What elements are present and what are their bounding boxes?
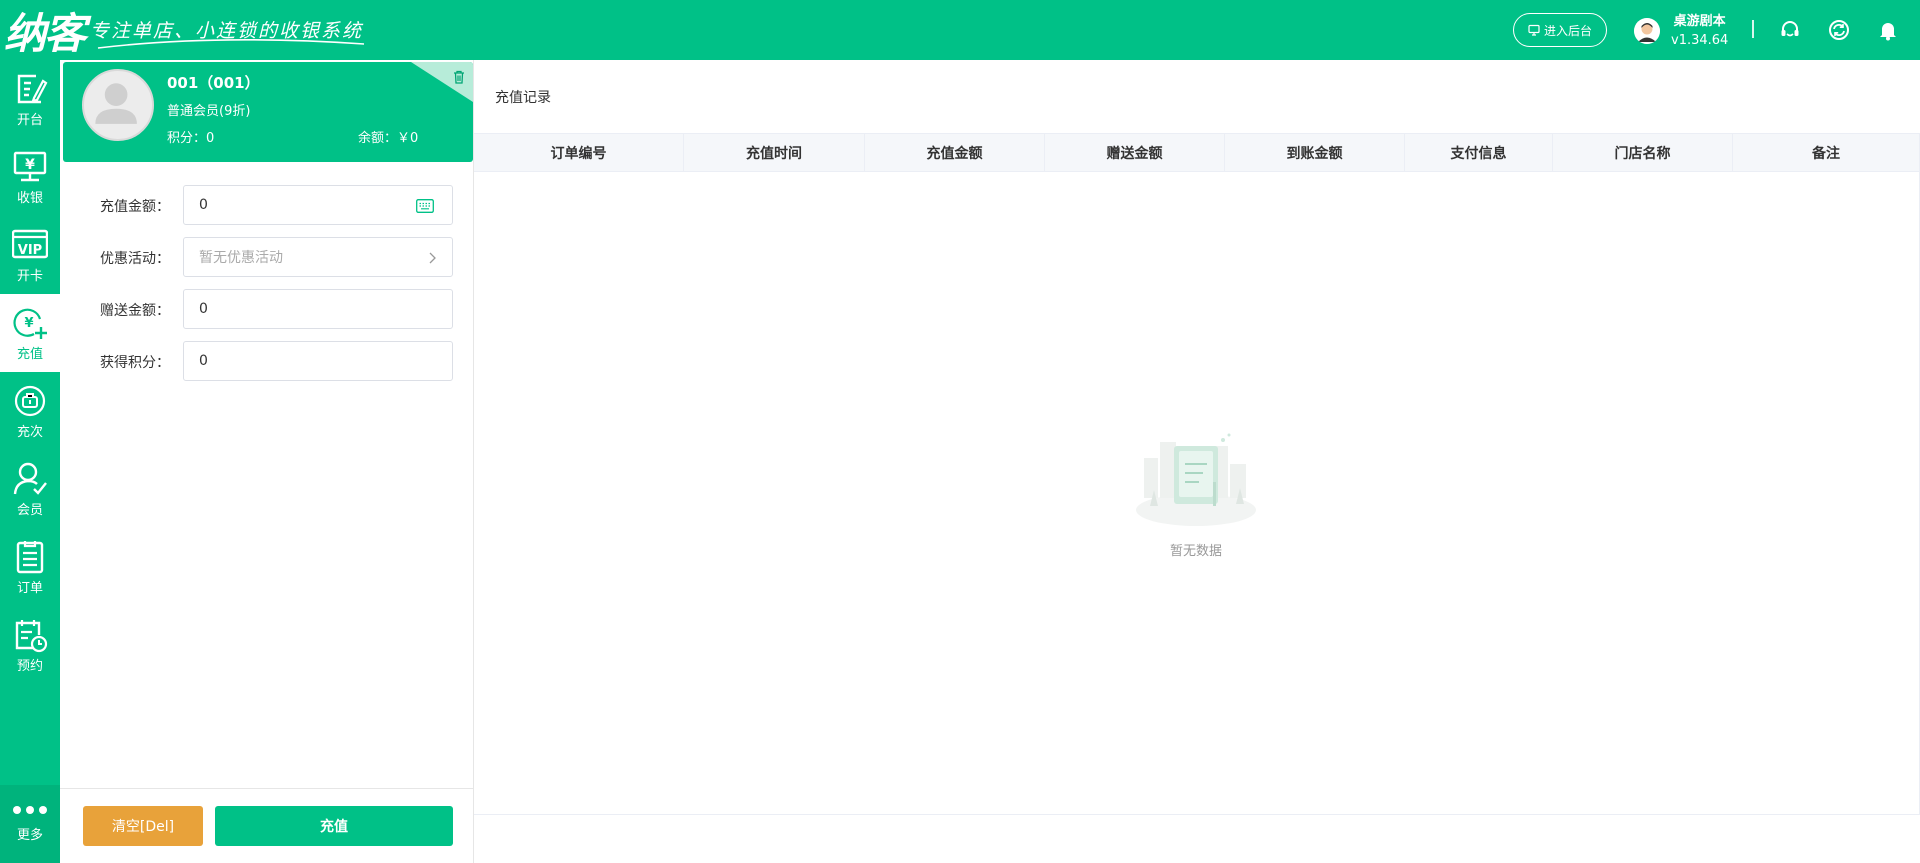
- user-avatar: [1634, 18, 1660, 44]
- sidebar-more[interactable]: 更多: [0, 785, 60, 863]
- member-name: 001（001）: [167, 74, 260, 92]
- member-points: 积分：0: [167, 131, 215, 146]
- svg-text:¥: ¥: [24, 316, 33, 331]
- sidebar-item-label: 订单: [16, 580, 43, 596]
- sidebar: 开台 ¥ 收银 VIP 开卡 ¥ 充值 充次 会员 订单 预约 更多: [0, 60, 60, 863]
- records-table: 订单编号 充值时间 充值金额 赠送金额 到账金额 支付信息 门店名称 备注 暂无…: [474, 133, 1920, 815]
- sidebar-item-label: 收银: [16, 190, 43, 206]
- sidebar-item-count-recharge[interactable]: 充次: [0, 372, 60, 450]
- member-icon: [13, 462, 47, 495]
- recharge-button[interactable]: 充值: [215, 806, 453, 846]
- trash-icon[interactable]: [451, 69, 467, 85]
- sidebar-item-label: 开卡: [16, 268, 43, 284]
- records-title: 充值记录: [495, 90, 551, 106]
- app-version: v1.34.64: [1671, 33, 1729, 48]
- reservation-icon: [15, 619, 48, 652]
- empty-text: 暂无数据: [1169, 544, 1222, 559]
- user-name: 桌游剧本: [1673, 14, 1726, 29]
- enter-backend-button[interactable]: 进入后台: [1513, 13, 1607, 47]
- sidebar-item-vip-card[interactable]: VIP 开卡: [0, 216, 60, 294]
- promo-row: 优惠活动： 暂无优惠活动: [60, 237, 474, 277]
- recharge-amount-value: 0: [199, 197, 208, 213]
- keyboard-icon[interactable]: [416, 199, 434, 213]
- sidebar-item-label: 充值: [16, 346, 43, 362]
- table-header: 订单编号 充值时间 充值金额 赠送金额 到账金额 支付信息 门店名称 备注: [474, 134, 1919, 172]
- more-icon: [13, 805, 47, 814]
- top-divider: [1752, 20, 1754, 38]
- empty-data-icon: [1136, 433, 1256, 526]
- svg-text:¥: ¥: [25, 157, 35, 173]
- sidebar-item-reservation[interactable]: 预约: [0, 606, 60, 684]
- gift-amount-input[interactable]: 0: [183, 289, 453, 329]
- enter-backend-label: 进入后台: [1543, 23, 1592, 38]
- panel-footer: 清空[Del] 充值: [60, 788, 474, 863]
- vip-card-icon: VIP: [12, 229, 48, 258]
- gift-amount-value: 0: [199, 301, 208, 317]
- user-menu[interactable]: 桌游剧本 v1.34.64: [1634, 12, 1728, 50]
- sidebar-item-order[interactable]: 订单: [0, 528, 60, 606]
- sidebar-item-label: 预约: [16, 658, 43, 674]
- sidebar-item-label: 开台: [16, 112, 43, 128]
- monitor-icon: [1528, 24, 1540, 36]
- column-store-name[interactable]: 门店名称: [1553, 134, 1733, 172]
- points-label: 获得积分：: [100, 355, 170, 371]
- count-recharge-icon: [14, 385, 46, 416]
- amount-label: 充值金额：: [100, 199, 170, 215]
- column-received-amount[interactable]: 到账金额: [1225, 134, 1405, 172]
- top-bar: 纳客 专注单店、小连锁的收银系统 进入后台 桌游剧本 v1.34.64: [0, 0, 1920, 60]
- recharge-records: 充值记录 订单编号 充值时间 充值金额 赠送金额 到账金额 支付信息 门店名称 …: [474, 60, 1920, 863]
- column-remark[interactable]: 备注: [1733, 134, 1919, 172]
- sidebar-item-member[interactable]: 会员: [0, 450, 60, 528]
- amount-row: 充值金额： 0: [60, 185, 474, 225]
- svg-text:VIP: VIP: [18, 243, 42, 258]
- sync-icon[interactable]: [1828, 19, 1850, 41]
- open-table-icon: [17, 74, 48, 103]
- gift-label: 赠送金额：: [100, 303, 170, 319]
- member-avatar: [82, 69, 154, 141]
- sidebar-item-recharge[interactable]: ¥ 充值: [0, 294, 60, 372]
- earned-points-input[interactable]: 0: [183, 341, 453, 381]
- promo-label: 优惠活动：: [100, 251, 170, 267]
- cashier-icon: ¥: [13, 151, 47, 181]
- earned-points-value: 0: [199, 353, 208, 369]
- sidebar-item-cashier[interactable]: ¥ 收银: [0, 138, 60, 216]
- recharge-amount-input[interactable]: 0: [183, 185, 453, 225]
- column-order-no[interactable]: 订单编号: [474, 134, 684, 172]
- column-payment-info[interactable]: 支付信息: [1405, 134, 1553, 172]
- empty-state: 暂无数据: [1126, 424, 1266, 559]
- clear-button[interactable]: 清空[Del]: [83, 806, 203, 846]
- sidebar-item-open-table[interactable]: 开台: [0, 60, 60, 138]
- headset-icon[interactable]: [1779, 19, 1801, 41]
- sidebar-more-label: 更多: [16, 827, 43, 843]
- points-row: 获得积分： 0: [60, 341, 474, 381]
- brand-logo: 纳客: [4, 8, 86, 58]
- promo-placeholder: 暂无优惠活动: [199, 250, 283, 266]
- member-level: 普通会员(9折): [167, 104, 251, 119]
- gift-row: 赠送金额： 0: [60, 289, 474, 329]
- recharge-panel: 001（001） 普通会员(9折) 积分：0 余额：￥0 充值金额： 0 优惠活…: [60, 60, 474, 863]
- bell-icon[interactable]: [1877, 19, 1899, 41]
- member-card[interactable]: 001（001） 普通会员(9折) 积分：0 余额：￥0: [63, 62, 473, 162]
- member-balance: 余额：￥0: [358, 131, 419, 146]
- column-gift-amount[interactable]: 赠送金额: [1045, 134, 1225, 172]
- sidebar-item-label: 会员: [16, 502, 43, 518]
- sidebar-item-label: 充次: [16, 424, 43, 440]
- chevron-right-icon: [429, 252, 436, 264]
- order-icon: [16, 540, 44, 573]
- user-info: 桌游剧本 v1.34.64: [1671, 12, 1728, 50]
- column-recharge-time[interactable]: 充值时间: [684, 134, 865, 172]
- recharge-icon: ¥: [13, 308, 47, 339]
- brand-swoosh: [97, 39, 365, 49]
- column-recharge-amount[interactable]: 充值金额: [865, 134, 1045, 172]
- promo-select[interactable]: 暂无优惠活动: [183, 237, 453, 277]
